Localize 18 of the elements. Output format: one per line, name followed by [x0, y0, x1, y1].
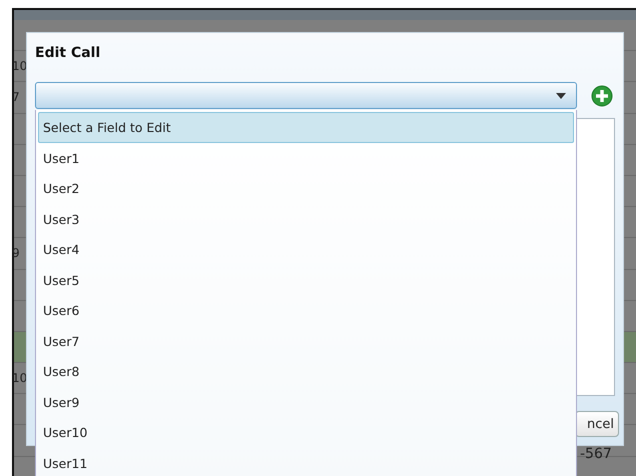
table-cell: -567 [580, 446, 612, 462]
dropdown-option[interactable]: User4 [38, 234, 574, 264]
cancel-button[interactable]: ncel [575, 411, 619, 437]
dropdown-option[interactable]: User3 [38, 204, 574, 234]
dropdown-option[interactable]: User11 [38, 448, 574, 476]
dropdown-option[interactable]: User5 [38, 264, 574, 295]
dropdown-option[interactable]: User2 [38, 173, 574, 204]
dropdown-option[interactable]: User7 [38, 326, 574, 356]
dropdown-option[interactable]: Select a Field to Edit [38, 112, 574, 142]
add-icon[interactable] [591, 85, 613, 107]
field-dropdown[interactable] [35, 82, 577, 109]
caret-icon [556, 93, 566, 99]
dropdown-option[interactable]: User9 [38, 386, 574, 417]
dropdown-option[interactable]: User6 [38, 295, 574, 326]
dropdown-option[interactable]: User1 [38, 142, 574, 173]
dialog-title: Edit Call [35, 45, 100, 61]
dropdown-option[interactable]: User10 [38, 417, 574, 448]
dropdown-option[interactable]: User8 [38, 356, 574, 386]
